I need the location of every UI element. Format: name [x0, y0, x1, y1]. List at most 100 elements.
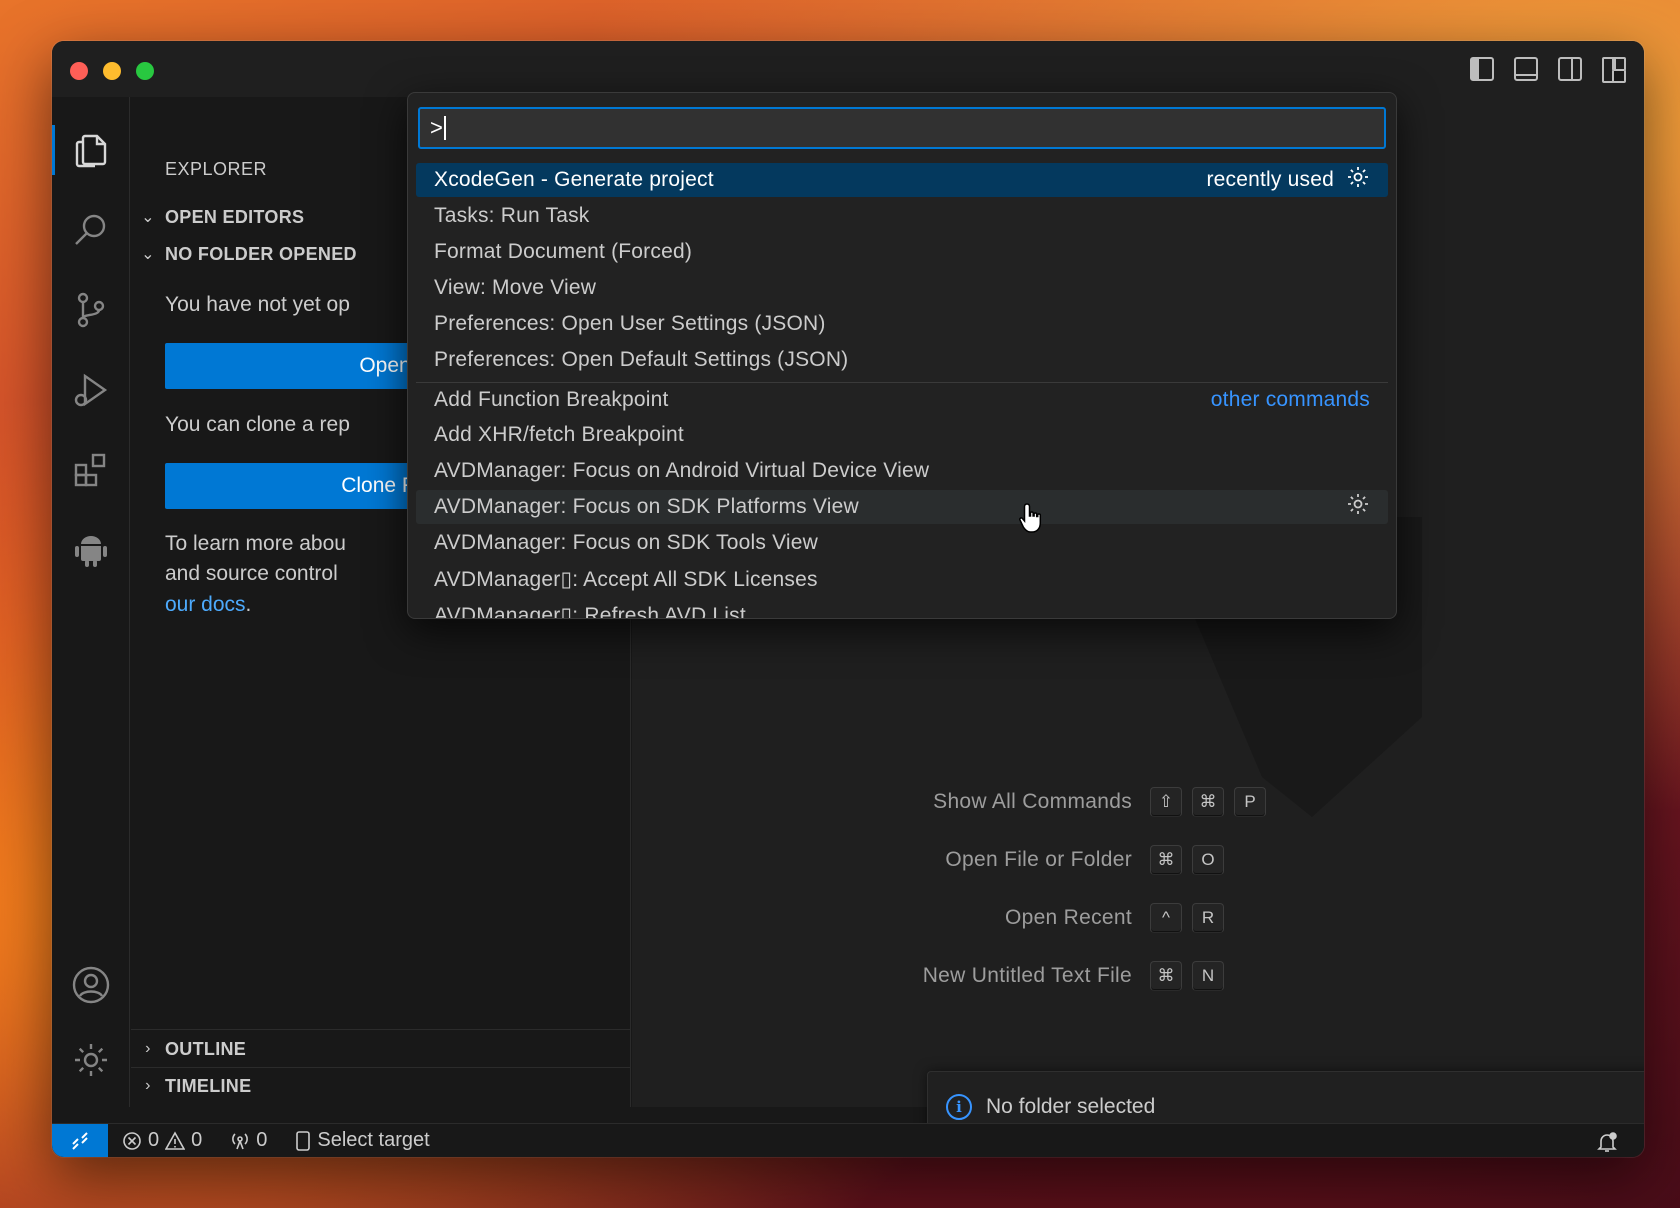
error-icon	[123, 1131, 141, 1150]
command-label: AVDManager: Focus on Android Virtual Dev…	[434, 459, 930, 482]
chevron-right-icon: ›	[145, 1077, 151, 1094]
command-item[interactable]: AVDManager▯: Refresh AVD List	[416, 598, 1388, 619]
close-window-button[interactable]	[70, 62, 88, 80]
maximize-window-button[interactable]	[136, 62, 154, 80]
explorer-activity[interactable]	[52, 117, 130, 183]
customize-layout-icon[interactable]	[1602, 57, 1626, 83]
notifications-bell-icon[interactable]	[1596, 1131, 1618, 1153]
chevron-right-icon: ›	[145, 1040, 151, 1057]
error-count: 0	[148, 1129, 160, 1151]
timeline-label: TIMELINE	[165, 1075, 252, 1096]
command-item[interactable]: XcodeGen - Generate project recently use…	[416, 163, 1388, 197]
command-label: Tasks: Run Task	[434, 204, 590, 227]
broadcast-icon	[232, 1132, 249, 1149]
command-item[interactable]: AVDManager: Focus on SDK Tools View	[416, 526, 1388, 560]
ports-count: 0	[256, 1129, 268, 1151]
toggle-secondary-sidebar-icon[interactable]	[1558, 57, 1582, 81]
toggle-panel-icon[interactable]	[1514, 57, 1538, 81]
key-o: O	[1192, 845, 1224, 875]
learn-more-line2: and source control	[165, 562, 338, 585]
manage-activity[interactable]	[52, 1027, 130, 1093]
extensions-activity[interactable]	[52, 437, 130, 503]
command-item[interactable]: Format Document (Forced)	[416, 235, 1388, 269]
command-item[interactable]: Add XHR/fetch Breakpoint	[416, 418, 1388, 452]
no-folder-label: NO FOLDER OPENED	[165, 243, 357, 264]
shortcut-row[interactable]: Open Recent ^ R	[632, 903, 1234, 933]
command-label: AVDManager: Focus on SDK Platforms View	[434, 495, 859, 518]
key-r: R	[1192, 903, 1224, 933]
command-item[interactable]: AVDManager: Focus on Android Virtual Dev…	[416, 454, 1388, 488]
problems-indicator[interactable]: 0 0	[122, 1129, 202, 1152]
outline-label: OUTLINE	[165, 1038, 247, 1059]
configure-keybinding-gear-icon[interactable]	[1346, 165, 1370, 195]
command-label: Add XHR/fetch Breakpoint	[434, 423, 684, 446]
no-folder-message: You have not yet op	[165, 293, 350, 316]
shortcut-label: Open File or Folder	[945, 848, 1132, 871]
chevron-down-icon: ⌄	[141, 209, 155, 226]
toggle-primary-sidebar-icon[interactable]	[1470, 57, 1494, 81]
layout-controls	[1470, 57, 1626, 83]
files-icon	[75, 134, 107, 168]
notification-text: No folder selected	[986, 1095, 1156, 1118]
divider	[131, 1029, 630, 1030]
command-item[interactable]: AVDManager: Focus on SDK Platforms View	[416, 490, 1388, 524]
key-cmd: ⌘	[1150, 961, 1182, 991]
command-label: Preferences: Open Default Settings (JSON…	[434, 348, 849, 371]
accounts-activity[interactable]	[52, 952, 130, 1018]
command-item[interactable]: Preferences: Open User Settings (JSON)	[416, 307, 1388, 341]
key-cmd: ⌘	[1150, 845, 1182, 875]
command-item[interactable]: Preferences: Open Default Settings (JSON…	[416, 343, 1388, 377]
shortcut-row[interactable]: Show All Commands ⇧ ⌘ P	[632, 787, 1276, 817]
warning-icon	[165, 1130, 186, 1150]
activity-bar	[52, 97, 130, 1107]
run-debug-activity[interactable]	[52, 357, 130, 423]
android-icon	[75, 536, 107, 567]
learn-more-line1: To learn more abou	[165, 532, 346, 555]
command-label: AVDManager▯: Refresh AVD List	[434, 603, 746, 619]
timeline-section[interactable]: › TIMELINE	[131, 1068, 630, 1104]
command-label: View: Move View	[434, 276, 597, 299]
command-label: Add Function Breakpoint	[434, 388, 669, 411]
command-label: AVDManager: Focus on SDK Tools View	[434, 531, 819, 554]
outline-section[interactable]: › OUTLINE	[131, 1031, 630, 1067]
command-palette-input[interactable]: >	[418, 107, 1386, 149]
shortcut-row[interactable]: Open File or Folder ⌘ O	[632, 845, 1234, 875]
warning-count: 0	[191, 1129, 203, 1151]
command-item[interactable]: Tasks: Run Task	[416, 199, 1388, 233]
docs-link[interactable]: our docs	[165, 593, 246, 616]
remote-indicator[interactable]	[52, 1123, 108, 1157]
command-label: Format Document (Forced)	[434, 240, 693, 263]
command-label: AVDManager▯: Accept All SDK Licenses	[434, 567, 818, 591]
command-label: XcodeGen - Generate project	[434, 168, 714, 191]
hand-pointer-icon	[1019, 503, 1042, 533]
title-bar	[52, 41, 1644, 97]
shortcut-label: New Untitled Text File	[922, 964, 1132, 987]
configure-keybinding-gear-icon[interactable]	[1346, 492, 1370, 522]
command-label: Preferences: Open User Settings (JSON)	[434, 312, 826, 335]
command-item[interactable]: Add Function Breakpoint other commands	[416, 383, 1388, 417]
sidebar-title: EXPLORER	[165, 159, 268, 179]
shortcut-label: Open Recent	[1004, 906, 1132, 929]
recently-used-label: recently used	[1206, 168, 1334, 191]
ports-indicator[interactable]: 0	[230, 1129, 267, 1152]
device-icon	[296, 1130, 311, 1151]
select-target-label: Select target	[317, 1129, 430, 1151]
key-ctrl: ^	[1150, 903, 1182, 933]
search-activity[interactable]	[52, 197, 130, 263]
remote-icon	[72, 1131, 88, 1150]
shortcut-label: Show All Commands	[933, 790, 1132, 813]
select-target-item[interactable]: Select target	[295, 1129, 430, 1152]
docs-suffix: .	[245, 593, 252, 616]
command-item[interactable]: View: Move View	[416, 271, 1388, 305]
command-item[interactable]: AVDManager▯: Accept All SDK Licenses	[416, 562, 1388, 596]
text-caret	[443, 116, 446, 140]
minimize-window-button[interactable]	[103, 62, 121, 80]
key-n: N	[1192, 961, 1224, 991]
status-bar: 0 0 0 Select target	[52, 1123, 1644, 1157]
source-control-activity[interactable]	[52, 277, 130, 343]
vscode-window: EXPLORER ⌄ OPEN EDITORS ⌄ NO FOLDER OPEN…	[52, 41, 1644, 1157]
key-cmd: ⌘	[1192, 787, 1224, 817]
shortcut-row[interactable]: New Untitled Text File ⌘ N	[632, 961, 1234, 991]
android-activity[interactable]	[52, 517, 130, 583]
docs-line: our docs.	[165, 590, 251, 620]
